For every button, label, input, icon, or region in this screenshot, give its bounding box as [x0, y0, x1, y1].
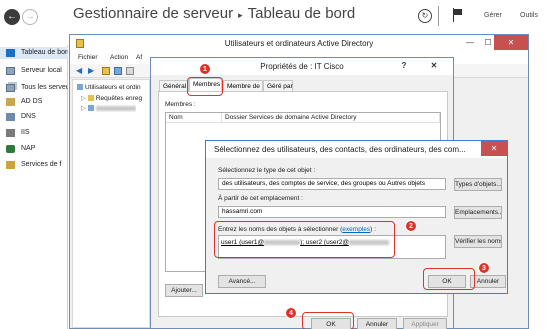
- sidebar-item-local-server[interactable]: Serveur local: [0, 65, 68, 77]
- tree-root[interactable]: Utilisateurs et ordin: [77, 84, 141, 91]
- server-manager-header: ← → Gestionnaire de serveur ▸ Tableau de b…: [0, 0, 550, 34]
- step-badge-1: 1: [199, 63, 211, 75]
- sidebar-item-label: DNS: [21, 113, 36, 120]
- breadcrumb-page: Tableau de bord: [247, 5, 356, 22]
- sidebar-item-file-services[interactable]: Services de f: [0, 159, 68, 171]
- tree-saved-queries[interactable]: ▷ Requêtes enreg: [81, 94, 142, 102]
- step-badge-3: 3: [478, 262, 490, 274]
- sidebar-item-label: AD DS: [21, 98, 43, 105]
- sidebar-item-dns[interactable]: DNS: [0, 111, 68, 123]
- close-button[interactable]: ✕: [419, 58, 449, 73]
- aduc-title: Utilisateurs et ordinateurs Active Direc…: [224, 39, 374, 48]
- menu-action[interactable]: Action: [110, 54, 128, 61]
- locations-button[interactable]: Emplacements...: [454, 206, 502, 219]
- add-button[interactable]: Ajouter...: [165, 284, 203, 297]
- aduc-tree: Utilisateurs et ordin ▷ Requêtes enreg ▷: [72, 79, 150, 328]
- refresh-icon[interactable]: ↻: [418, 9, 432, 23]
- domain-icon: [87, 105, 94, 111]
- close-button[interactable]: ✕: [494, 35, 528, 50]
- redacted-domain: [95, 105, 136, 111]
- check-names-button[interactable]: Vérifier les noms: [454, 235, 502, 248]
- column-header-folder[interactable]: Dossier Services de domaine Active Direc…: [222, 113, 440, 123]
- forward-icon[interactable]: ▶: [88, 67, 96, 75]
- menu-tools[interactable]: Outils: [520, 12, 538, 19]
- step-4-highlight: [302, 312, 354, 329]
- folder-icon: [87, 95, 94, 101]
- sidebar-item-all-servers[interactable]: Tous les serveurs: [0, 82, 68, 94]
- step-badge-2: 2: [405, 220, 417, 232]
- object-types-button[interactable]: Types d'objets...: [454, 178, 502, 191]
- dns-icon: [6, 113, 15, 121]
- back-icon[interactable]: ◀: [76, 67, 84, 75]
- sidebar-item-label: NAP: [21, 145, 36, 152]
- forward-arrow-icon[interactable]: →: [22, 9, 38, 25]
- servers-icon: [6, 84, 15, 92]
- aduc-titlebar[interactable]: Utilisateurs et ordinateurs Active Direc…: [70, 35, 528, 52]
- menu-file[interactable]: Fichier: [78, 54, 98, 61]
- step-3-highlight: [423, 268, 475, 290]
- properties-title: Propriétés de : IT Cisco: [260, 62, 344, 71]
- location-field: hassamri.com: [218, 206, 446, 218]
- help-button[interactable]: ?: [395, 58, 413, 73]
- server-icon: [6, 67, 15, 75]
- ad-ds-icon: [6, 98, 15, 106]
- cancel-button[interactable]: Annuler: [357, 318, 397, 329]
- sidebar-item-label: Services de f: [21, 161, 62, 168]
- cancel-button[interactable]: Annuler: [470, 275, 506, 288]
- page-title: Gestionnaire de serveur ▸ Tableau de bord: [73, 5, 355, 22]
- advanced-button[interactable]: Avancé...: [218, 275, 266, 288]
- folder-icon[interactable]: [102, 67, 110, 75]
- dashboard-icon: [6, 49, 15, 57]
- iis-icon: [6, 129, 15, 137]
- sidebar-item-nap[interactable]: NAP: [0, 143, 68, 155]
- apply-button: Appliquer: [403, 318, 447, 329]
- object-type-field: des utilisateurs, des comptes de service…: [218, 178, 446, 190]
- sidebar-item-label: Serveur local: [21, 67, 62, 74]
- aduc-app-icon: [76, 39, 84, 48]
- step-badge-4: 4: [285, 307, 297, 319]
- back-arrow-icon[interactable]: ←: [4, 9, 20, 25]
- location-label: À partir de cet emplacement :: [218, 195, 303, 202]
- menu-view[interactable]: Af: [136, 54, 142, 61]
- breadcrumb-separator-icon: ▸: [238, 10, 243, 20]
- step-2-highlight: [214, 221, 395, 258]
- server-manager-sidebar: Tableau de bord Serveur local Tous les s…: [0, 45, 68, 329]
- sidebar-item-label: Tous les serveurs: [21, 84, 68, 91]
- menu-manage[interactable]: Gérer: [484, 12, 502, 19]
- tree-saved-queries-label: Requêtes enreg: [95, 95, 143, 102]
- file-services-icon: [6, 161, 15, 169]
- toolbar-divider: [438, 6, 439, 26]
- sidebar-item-iis[interactable]: IIS: [0, 127, 68, 139]
- object-type-label: Sélectionnez le type de cet objet :: [218, 167, 316, 174]
- expand-icon[interactable]: ▷: [81, 95, 86, 102]
- nap-icon: [6, 145, 15, 153]
- app-title: Gestionnaire de serveur: [73, 5, 234, 22]
- properties-icon[interactable]: [114, 67, 122, 75]
- notifications-flag-icon[interactable]: [452, 8, 464, 22]
- members-label: Membres :: [165, 101, 196, 108]
- step-1-highlight: [187, 77, 223, 96]
- close-button[interactable]: ✕: [481, 141, 507, 156]
- sidebar-item-label: IIS: [21, 129, 30, 136]
- tree-root-label: Utilisateurs et ordin: [85, 84, 141, 91]
- select-dialog-titlebar[interactable]: Sélectionnez des utilisateurs, des conta…: [206, 141, 507, 158]
- sidebar-item-ad-ds[interactable]: AD DS: [0, 96, 68, 108]
- expand-icon[interactable]: ▷: [81, 105, 86, 112]
- select-dialog-title: Sélectionnez des utilisateurs, des conta…: [214, 145, 466, 154]
- tree-domain[interactable]: ▷: [81, 104, 136, 112]
- sidebar-item-label: Tableau de bord: [21, 49, 68, 56]
- column-header-name[interactable]: Nom: [166, 113, 222, 123]
- aduc-root-icon: [77, 84, 83, 90]
- minimize-button[interactable]: —: [462, 35, 478, 50]
- list-icon[interactable]: [126, 67, 134, 75]
- properties-titlebar[interactable]: Propriétés de : IT Cisco ? ✕: [151, 58, 453, 75]
- sidebar-item-dashboard[interactable]: Tableau de bord: [0, 47, 68, 59]
